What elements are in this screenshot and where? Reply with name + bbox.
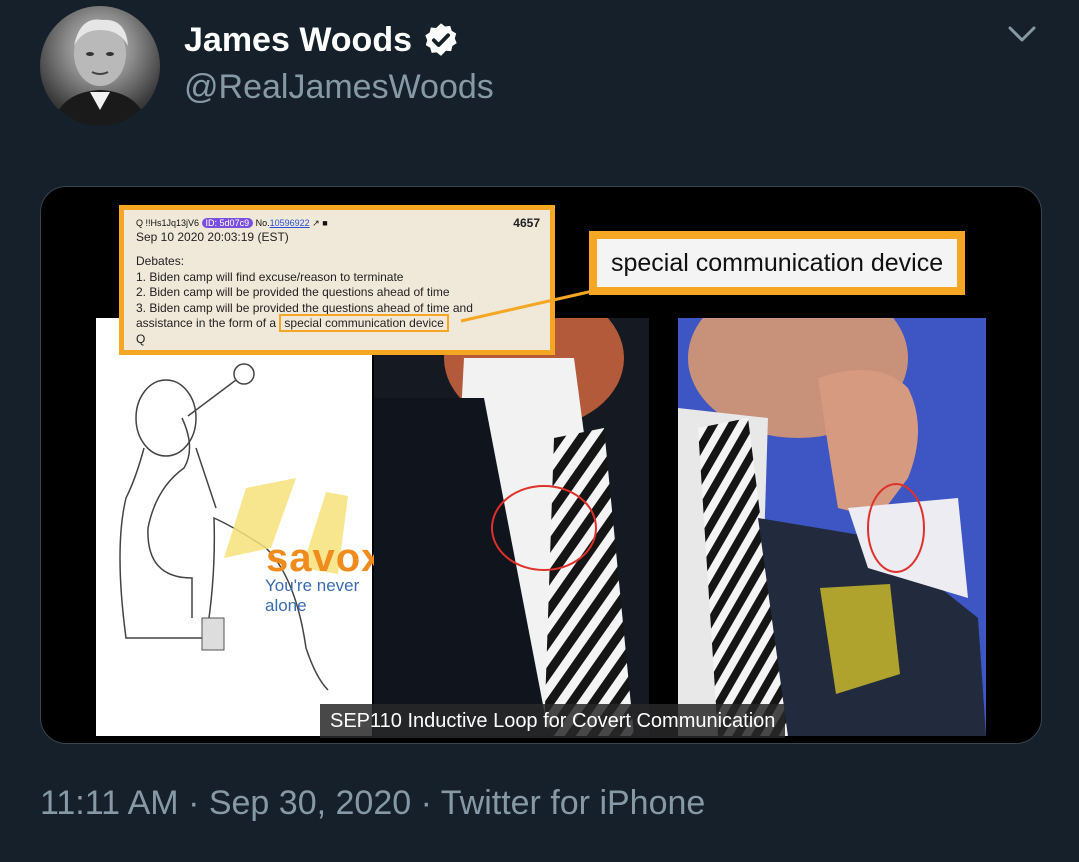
verified-badge-icon [425, 23, 457, 56]
author-row: James Woods [184, 18, 460, 62]
image-caption: SEP110 Inductive Loop for Covert Communi… [320, 704, 786, 738]
separator-dot: · [188, 784, 209, 822]
tweet-source[interactable]: Twitter for iPhone [441, 784, 706, 822]
chevron-down-icon[interactable] [1005, 22, 1039, 46]
author-handle[interactable]: @RealJamesWoods [184, 68, 494, 107]
callout-text: special communication device [597, 239, 957, 287]
callout-box: special communication device [589, 231, 965, 295]
separator-dot: · [420, 784, 441, 822]
savox-tagline: You're never alone [265, 576, 360, 615]
author-name[interactable]: James Woods [184, 21, 412, 60]
avatar[interactable] [40, 6, 160, 126]
savox-logo: savox [266, 536, 385, 580]
tweet-media-image[interactable]: savox You're never alone Q !!Hs1Jq13jV6 … [40, 186, 1042, 744]
tweet-time[interactable]: 11:11 AM [40, 784, 179, 822]
avatar-portrait [52, 19, 148, 126]
tweet-footer: 11:11 AM · Sep 30, 2020 · Twitter for iP… [40, 784, 705, 823]
tweet-date[interactable]: Sep 30, 2020 [209, 784, 411, 822]
